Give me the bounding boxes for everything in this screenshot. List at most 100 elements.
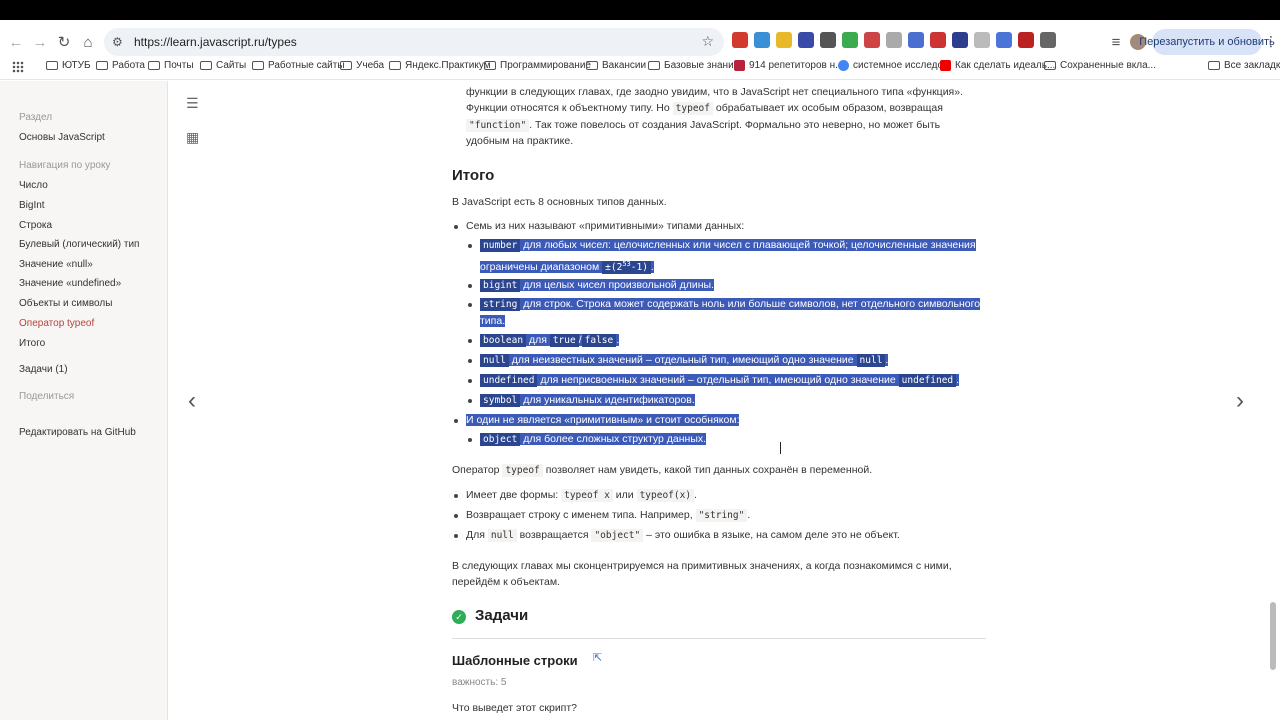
typeof-returns: Возвращает строку с именем типа. Наприме… xyxy=(466,509,751,522)
folder-icon xyxy=(1208,61,1220,70)
relaunch-button[interactable]: Перезапустить и обновить xyxy=(1139,29,1275,55)
bookmark-folder[interactable]: Учеба xyxy=(340,60,384,71)
extension-icon[interactable] xyxy=(842,32,858,48)
bookmark-star-icon[interactable]: ☆ xyxy=(701,33,714,50)
folder-icon xyxy=(1044,61,1056,70)
section-label: Раздел xyxy=(19,112,53,123)
intro-line: "function". Так тоже повелось от создани… xyxy=(466,117,1002,134)
folder-icon xyxy=(46,61,58,70)
map-icon[interactable]: ▦ xyxy=(186,129,199,146)
scrollbar-thumb[interactable] xyxy=(1270,602,1276,670)
bookmark-folder[interactable]: Почты xyxy=(148,60,194,71)
folder-icon xyxy=(586,61,598,70)
puzzle-icon[interactable] xyxy=(1040,32,1056,48)
folder-icon xyxy=(484,61,496,70)
reading-list-icon[interactable]: ≡ xyxy=(1104,30,1128,54)
prev-lesson-chevron-icon[interactable]: ‹ xyxy=(188,387,196,415)
all-bookmarks[interactable]: Все закладки xyxy=(1208,60,1280,71)
youtube-icon xyxy=(940,60,951,71)
back-arrow-icon[interactable]: ← xyxy=(4,30,28,54)
bookmarks-bar: ЮТУБ Работа Почты Сайты Работные сайты У… xyxy=(0,58,1280,78)
bookmark-link[interactable]: системное исследо... xyxy=(838,60,951,71)
site-info-icon[interactable]: ⚙ xyxy=(112,35,128,49)
check-icon: ✓ xyxy=(452,610,466,624)
task-title[interactable]: Шаблонные строки xyxy=(452,652,578,669)
bookmark-folder[interactable]: Сайты xyxy=(200,60,246,71)
bookmark-link[interactable]: 914 репетиторов н... xyxy=(734,60,844,71)
tasks-heading: Задачи xyxy=(475,607,529,624)
bullet xyxy=(468,379,472,383)
sidebar-item-typeof[interactable]: Оператор typeof xyxy=(19,318,94,329)
next-chapters: В следующих главах мы сконцентрируемся н… xyxy=(452,560,952,572)
bullet xyxy=(468,438,472,442)
text-cursor-icon xyxy=(780,442,788,454)
bookmark-folder[interactable]: Работные сайты xyxy=(252,60,345,71)
extension-icon[interactable] xyxy=(908,32,924,48)
divider xyxy=(452,638,986,639)
bookmark-folder[interactable]: Яндекс.Практикум xyxy=(389,60,491,71)
next-lesson-chevron-icon[interactable]: › xyxy=(1236,387,1244,415)
bookmark-link[interactable]: Как сделать идеаль... xyxy=(940,60,1055,71)
folder-icon xyxy=(648,61,660,70)
hamburger-menu-icon[interactable]: ☰ xyxy=(186,95,199,112)
share-link[interactable]: Поделиться xyxy=(19,391,74,402)
typeof-null: Для null возвращается "object" – это оши… xyxy=(466,529,900,542)
forward-arrow-icon[interactable]: → xyxy=(28,30,52,54)
folder-icon xyxy=(252,61,264,70)
extension-icon[interactable] xyxy=(930,32,946,48)
github-edit-link[interactable]: Редактировать на GitHub xyxy=(19,427,136,438)
bookmark-folder[interactable]: Вакансии xyxy=(586,60,646,71)
bullet xyxy=(468,303,472,307)
sidebar-item-summary[interactable]: Итого xyxy=(19,338,45,349)
bookmark-folder[interactable]: Сохраненные вкла... xyxy=(1044,60,1156,71)
bookmark-folder[interactable]: Программирование xyxy=(484,60,591,71)
intro-line: удобным на практике. xyxy=(466,135,574,147)
extension-icon[interactable] xyxy=(952,32,968,48)
extension-icon[interactable] xyxy=(820,32,836,48)
sidebar-item-tasks[interactable]: Задачи (1) xyxy=(19,364,68,375)
task-importance: важность: 5 xyxy=(452,677,507,688)
sidebar-item-boolean[interactable]: Булевый (логический) тип xyxy=(19,239,139,250)
extension-icon[interactable] xyxy=(776,32,792,48)
intro-line: функции в следующих главах, где заодно у… xyxy=(466,86,963,98)
extension-icon[interactable] xyxy=(996,32,1012,48)
bullet xyxy=(454,494,458,498)
section-link[interactable]: Основы JavaScript xyxy=(19,132,105,143)
extension-icon[interactable] xyxy=(974,32,990,48)
bookmark-folder[interactable]: Работа xyxy=(96,60,145,71)
typeof-forms: Имеет две формы: typeof x или typeof(x). xyxy=(466,489,697,502)
bullet xyxy=(454,534,458,538)
address-bar[interactable]: ⚙ https://learn.javascript.ru/types ☆ xyxy=(104,28,724,56)
extension-icon[interactable] xyxy=(732,32,748,48)
nav-label: Навигация по уроку xyxy=(19,160,111,171)
type-number-item: number для любых чисел: целочисленных ил… xyxy=(480,237,976,254)
folder-icon xyxy=(340,61,352,70)
home-icon[interactable]: ⌂ xyxy=(76,30,100,54)
extension-icon[interactable] xyxy=(864,32,880,48)
sidebar-item-objects[interactable]: Объекты и символы xyxy=(19,298,112,309)
sidebar-item-bigint[interactable]: BigInt xyxy=(19,200,45,211)
open-task-link-icon[interactable]: ⇱ xyxy=(593,650,607,667)
apps-grid-icon[interactable] xyxy=(12,61,24,73)
bullet xyxy=(454,225,458,229)
extension-icon[interactable] xyxy=(1018,32,1034,48)
extension-icon[interactable] xyxy=(754,32,770,48)
sidebar-item-null[interactable]: Значение «null» xyxy=(19,259,93,270)
bullet xyxy=(468,284,472,288)
type-bigint-item: bigint для целых чисел произвольной длин… xyxy=(480,277,714,294)
sidebar-item-string[interactable]: Строка xyxy=(19,220,52,231)
menu-kebab-icon[interactable]: ⋮ xyxy=(1264,33,1278,50)
nav-row: ← → ↻ ⌂ ⚙ https://learn.javascript.ru/ty… xyxy=(0,28,1280,56)
reload-icon[interactable]: ↻ xyxy=(52,30,76,54)
favicon-icon xyxy=(734,60,745,71)
extension-icon[interactable] xyxy=(798,32,814,48)
bookmark-folder[interactable]: ЮТУБ xyxy=(46,60,91,71)
extension-icon[interactable] xyxy=(886,32,902,48)
bullet xyxy=(468,244,472,248)
typeof-lead: Оператор typeof позволяет нам увидеть, к… xyxy=(452,464,873,477)
bullet xyxy=(454,514,458,518)
sidebar-item-number[interactable]: Число xyxy=(19,180,48,191)
sidebar-item-undefined[interactable]: Значение «undefined» xyxy=(19,278,121,289)
bookmark-folder[interactable]: Базовые знания xyxy=(648,60,739,71)
url-text: https://learn.javascript.ru/types xyxy=(134,35,297,49)
